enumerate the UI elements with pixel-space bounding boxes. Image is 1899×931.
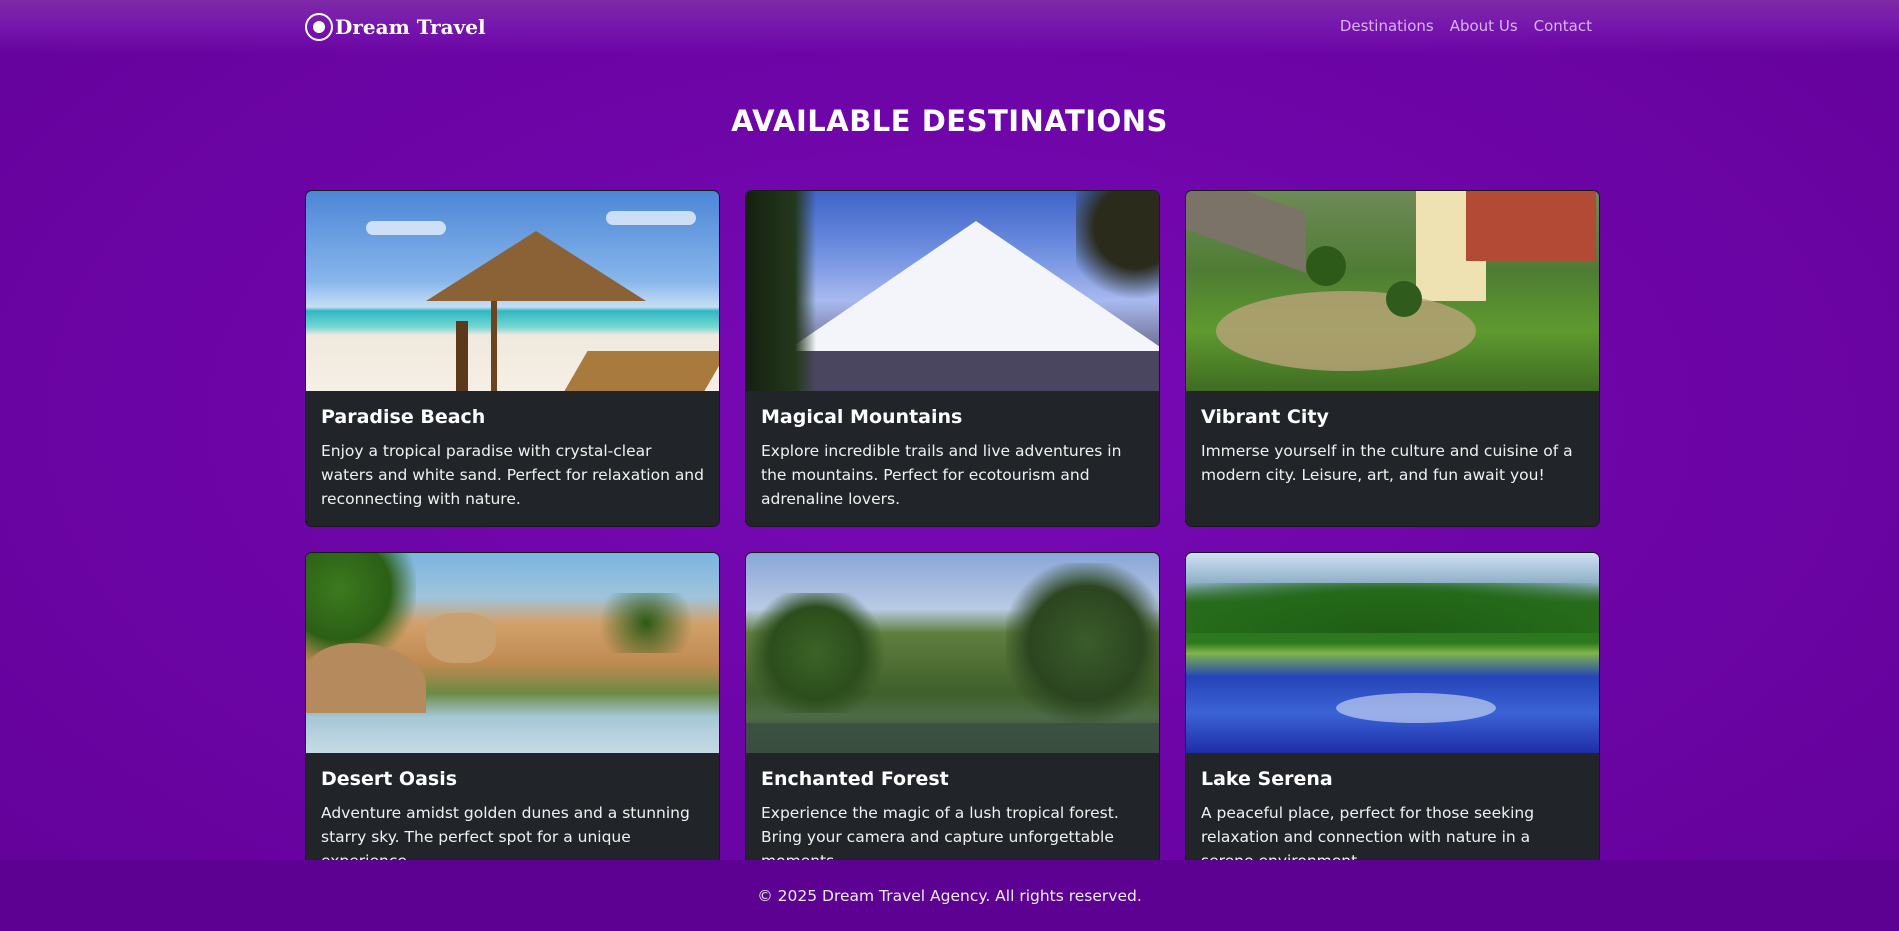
forest-lake-photo	[746, 553, 1159, 753]
snowy-mountain-photo	[746, 191, 1159, 391]
brand-logo-icon	[305, 13, 333, 41]
card-title: Lake Serena	[1201, 768, 1333, 790]
brand-link[interactable]: Dream Travel	[305, 12, 486, 42]
destination-card-vibrant-city[interactable]: Vibrant City Immerse yourself in the cul…	[1185, 190, 1600, 527]
card-title: Enchanted Forest	[761, 768, 949, 790]
city-plaza-church-photo	[1186, 191, 1599, 391]
card-title: Magical Mountains	[761, 406, 963, 428]
footer: © 2025 Dream Travel Agency. All rights r…	[0, 860, 1899, 931]
card-description: Enjoy a tropical paradise with crystal-c…	[321, 441, 704, 508]
nav-link-destinations[interactable]: Destinations	[1340, 17, 1434, 35]
nav-link-about-us[interactable]: About Us	[1450, 17, 1518, 35]
nav-link-contact[interactable]: Contact	[1534, 17, 1592, 35]
desert-oasis-photo	[306, 553, 719, 753]
card-title: Vibrant City	[1201, 406, 1329, 428]
destination-card-paradise-beach[interactable]: Paradise Beach Enjoy a tropical paradise…	[305, 190, 720, 527]
destinations-grid: Paradise Beach Enjoy a tropical paradise…	[305, 190, 1600, 889]
destination-card-desert-oasis[interactable]: Desert Oasis Adventure amidst golden dun…	[305, 552, 720, 889]
blue-lake-photo	[1186, 553, 1599, 753]
nav-links: Destinations About Us Contact	[1340, 17, 1592, 35]
card-description: Immerse yourself in the culture and cuis…	[1201, 441, 1573, 484]
card-title: Desert Oasis	[321, 768, 458, 790]
beach-hut-photo	[306, 191, 719, 391]
footer-copyright: © 2025 Dream Travel Agency. All rights r…	[757, 886, 1142, 905]
page-title: AVAILABLE DESTINATIONS	[731, 104, 1168, 138]
card-description: Explore incredible trails and live adven…	[761, 441, 1122, 508]
brand-name: Dream Travel	[335, 15, 486, 39]
destination-card-lake-serena[interactable]: Lake Serena A peaceful place, perfect fo…	[1185, 552, 1600, 889]
destination-card-magical-mountains[interactable]: Magical Mountains Explore incredible tra…	[745, 190, 1160, 527]
card-title: Paradise Beach	[321, 406, 486, 428]
destination-card-enchanted-forest[interactable]: Enchanted Forest Experience the magic of…	[745, 552, 1160, 889]
navbar: Dream Travel Destinations About Us Conta…	[0, 0, 1899, 54]
